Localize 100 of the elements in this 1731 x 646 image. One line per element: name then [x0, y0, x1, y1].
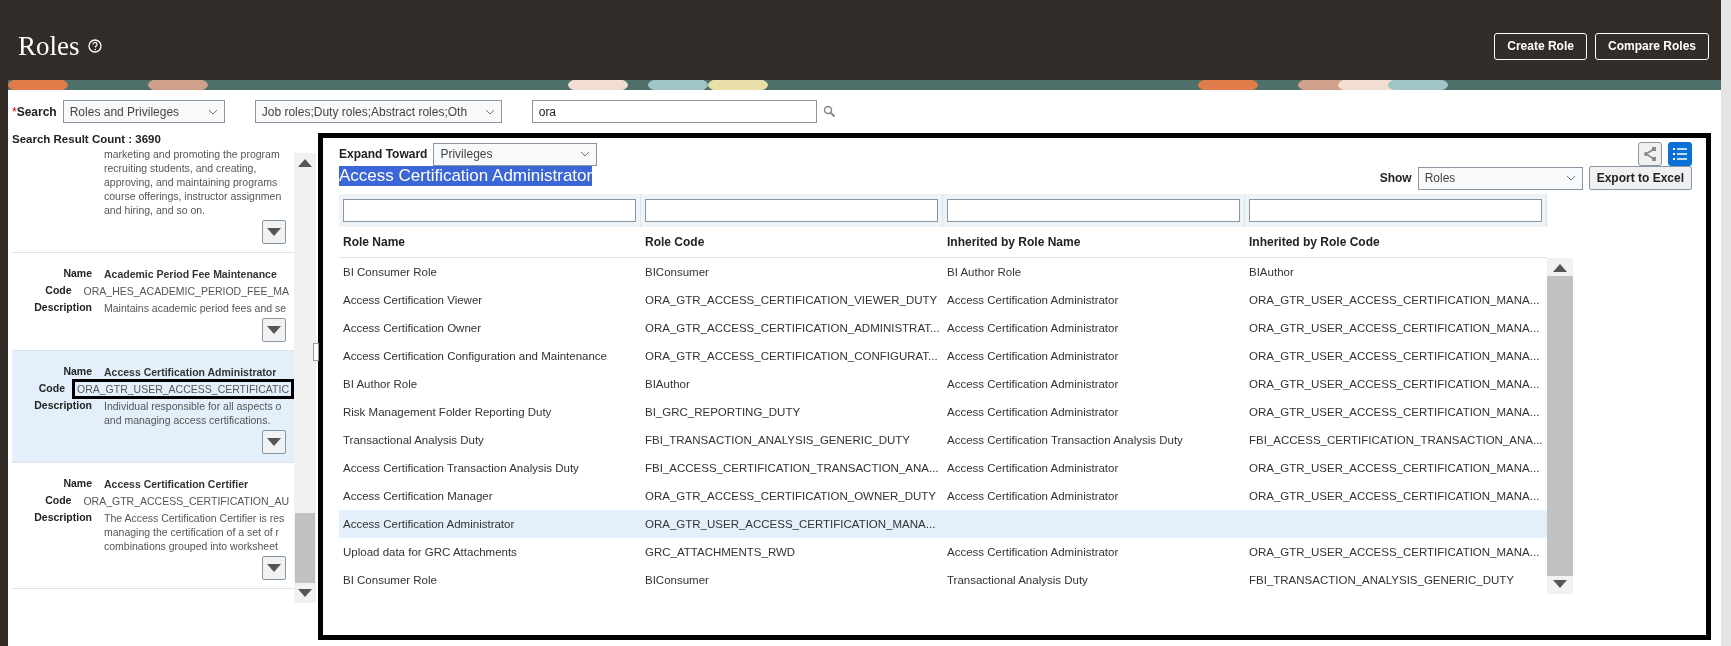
page-title: Roles — [18, 30, 80, 62]
field-value: Maintains academic period fees and se — [103, 301, 288, 316]
table-cell-text: Access Certification Administrator — [946, 377, 1120, 392]
table-cell-text: Access Certification Manager — [342, 489, 494, 504]
scrollbar-thumb[interactable] — [295, 513, 315, 583]
scope-dropdown[interactable]: Roles and Privileges — [62, 100, 225, 123]
table-cell-text: Access Certification Owner — [342, 321, 483, 336]
search-icon[interactable] — [822, 105, 836, 118]
table-cell-text: BIAuthor — [1248, 265, 1295, 280]
table-cell-text: GRC_ATTACHMENTS_RWD — [644, 545, 797, 560]
field-value: ORA_GTR_USER_ACCESS_CERTIFICATIC — [72, 379, 294, 399]
header-button[interactable]: Create Role — [1494, 32, 1587, 60]
chevron-down-icon — [484, 108, 495, 115]
expand-button[interactable] — [262, 318, 286, 342]
field-value: ORA_HES_ACADEMIC_PERIOD_FEE_MA — [82, 284, 290, 299]
column-header[interactable]: Role Code — [641, 227, 943, 258]
field-label: Description — [33, 399, 92, 413]
field-value: marketing and promoting the program recruiting students, and creating, approving, and maintaining programs course offerings, instructor assignmen and hiring, and so on. — [103, 147, 283, 218]
table-cell-text: Access Certification Viewer — [342, 293, 484, 308]
splitter-handle[interactable] — [313, 343, 319, 361]
table-cell-text: Access Certification Configuration and Maintenance — [342, 349, 608, 364]
chevron-down-icon — [207, 108, 218, 115]
table-cell-text: BI_GRC_REPORTING_DUTY — [644, 405, 802, 420]
table-cell-text: ORA_GTR_ACCESS_CERTIFICATION_ADMINISTRAT... — [644, 321, 941, 336]
table-cell-text: BI Consumer Role — [342, 573, 438, 588]
field-value: Individual responsible for all aspects o and managing access certifications. — [103, 399, 283, 428]
field-label: Description — [33, 301, 92, 315]
field-label: Code — [37, 382, 65, 396]
table-cell: Access Certification Administrator — [339, 510, 641, 538]
show-dropdown[interactable]: Roles — [1417, 166, 1583, 190]
filter-field[interactable] — [947, 199, 1240, 222]
table-cell-text: ORA_GTR_USER_ACCESS_CERTIFICATION_MANA... — [1248, 349, 1541, 364]
scroll-up-icon[interactable] — [1553, 264, 1567, 272]
role-heading: Access Certification Administrator — [339, 166, 593, 186]
table-cell-text: Access Certification Transaction Analysis Duty — [342, 461, 580, 476]
field-value: ORA_GTR_ACCESS_CERTIFICATION_AU — [82, 494, 290, 509]
field-value: Access Certification Certifier — [103, 477, 250, 492]
chevron-down-icon — [580, 151, 591, 157]
table-cell-text: Upload data for GRC Attachments — [342, 545, 518, 560]
field-value: Access Certification Administrator — [103, 365, 278, 380]
table-cell-text: ORA_GTR_ACCESS_CERTIFICATION_VIEWER_DUTY — [644, 293, 939, 308]
caret-down-icon[interactable] — [267, 326, 281, 334]
hierarchy-view-button[interactable] — [1638, 142, 1662, 166]
list-view-button[interactable] — [1668, 142, 1692, 166]
table-cell-text: BIConsumer — [644, 573, 710, 588]
filter-field[interactable] — [1249, 199, 1542, 222]
table-cell-text: Access Certification Administrator — [946, 321, 1120, 336]
result-card[interactable]: Name Access Certification Administrator Code ORA_GTR_USER_ACCESS_CERTIFICATIC Description Individual responsible for all aspects o and managing access certifications. — [12, 351, 294, 463]
scroll-down-icon[interactable] — [1553, 580, 1567, 588]
table-cell-text: Access Certification Administrator — [946, 489, 1120, 504]
field-value: The Access Certification Certifier is res managing the certification of a set of r combinations grouped into worksheet — [103, 511, 286, 554]
header-button[interactable]: Compare Roles — [1594, 32, 1709, 60]
column-header[interactable]: Inherited by Role Name — [943, 227, 1245, 258]
role-type-dropdown[interactable]: Job roles;Duty roles;Abstract roles;Oth — [254, 100, 502, 123]
field-value: Academic Period Fee Maintenance — [103, 267, 278, 282]
hierarchy-icon — [1643, 147, 1657, 161]
table-cell-text: ORA_GTR_ACCESS_CERTIFICATION_OWNER_DUTY — [644, 489, 937, 504]
filter-field[interactable] — [645, 199, 938, 222]
show-label: Show — [1379, 171, 1412, 185]
scroll-down-icon[interactable] — [298, 589, 312, 597]
table-cell-text: FBI_TRANSACTION_ANALYSIS_GENERIC_DUTY — [1248, 573, 1515, 588]
table-cell-text: ORA_GTR_USER_ACCESS_CERTIFICATION_MANA... — [1248, 461, 1541, 476]
table-cell-text: ORA_GTR_USER_ACCESS_CERTIFICATION_MANA... — [1248, 545, 1541, 560]
table-cell-text: Access Certification Administrator — [946, 545, 1120, 560]
table-cell-text: Transactional Analysis Duty — [946, 573, 1089, 588]
expand-button[interactable] — [262, 556, 286, 580]
table-cell-text: Access Certification Administrator — [946, 405, 1120, 420]
field-label: Code — [44, 284, 72, 298]
list-icon — [1673, 148, 1687, 160]
table-cell-text: ORA_GTR_USER_ACCESS_CERTIFICATION_MANA... — [1248, 377, 1541, 392]
search-field[interactable]: ora — [531, 100, 817, 123]
field-label: Code — [44, 494, 72, 508]
table-cell-text: Transactional Analysis Duty — [342, 433, 485, 448]
filter-field[interactable] — [343, 199, 636, 222]
table-cell-text: Risk Management Folder Reporting Duty — [342, 405, 553, 420]
expand-dropdown[interactable]: Privileges — [433, 142, 598, 166]
table-cell-text: Access Certification Administrator — [946, 461, 1120, 476]
table-cell: ORA_GTR_USER_ACCESS_CERTIFICATION_MANA... — [641, 510, 943, 538]
field-label: Name — [62, 267, 92, 281]
result-count: Search Result Count : 3690 — [12, 132, 162, 147]
expand-button[interactable] — [262, 220, 286, 244]
search-label: *Search — [12, 104, 57, 119]
table-cell-text: FBI_ACCESS_CERTIFICATION_TRANSACTION_ANA... — [644, 461, 940, 476]
column-header[interactable]: Inherited by Role Code — [1245, 227, 1547, 258]
caret-down-icon[interactable] — [267, 228, 281, 236]
export-button[interactable]: Export to Excel — [1588, 166, 1692, 190]
scroll-up-icon[interactable] — [298, 159, 312, 167]
table-cell-text: BIAuthor — [644, 377, 691, 392]
table-cell-text: Access Certification Transaction Analysis Duty — [946, 433, 1184, 448]
scrollbar[interactable] — [294, 153, 316, 603]
table-cell-text: BI Consumer Role — [342, 265, 438, 280]
caret-down-icon[interactable] — [267, 564, 281, 572]
table-cell-text: ORA_GTR_USER_ACCESS_CERTIFICATION_MANA... — [1248, 321, 1541, 336]
help-icon[interactable] — [87, 39, 102, 53]
field-label: Description — [33, 511, 92, 525]
table-cell-text: BI Author Role — [342, 377, 419, 392]
column-header[interactable]: Role Name — [339, 227, 641, 258]
expand-button[interactable] — [262, 430, 286, 454]
expand-label: Expand Toward — [339, 147, 428, 161]
caret-down-icon[interactable] — [267, 438, 281, 446]
